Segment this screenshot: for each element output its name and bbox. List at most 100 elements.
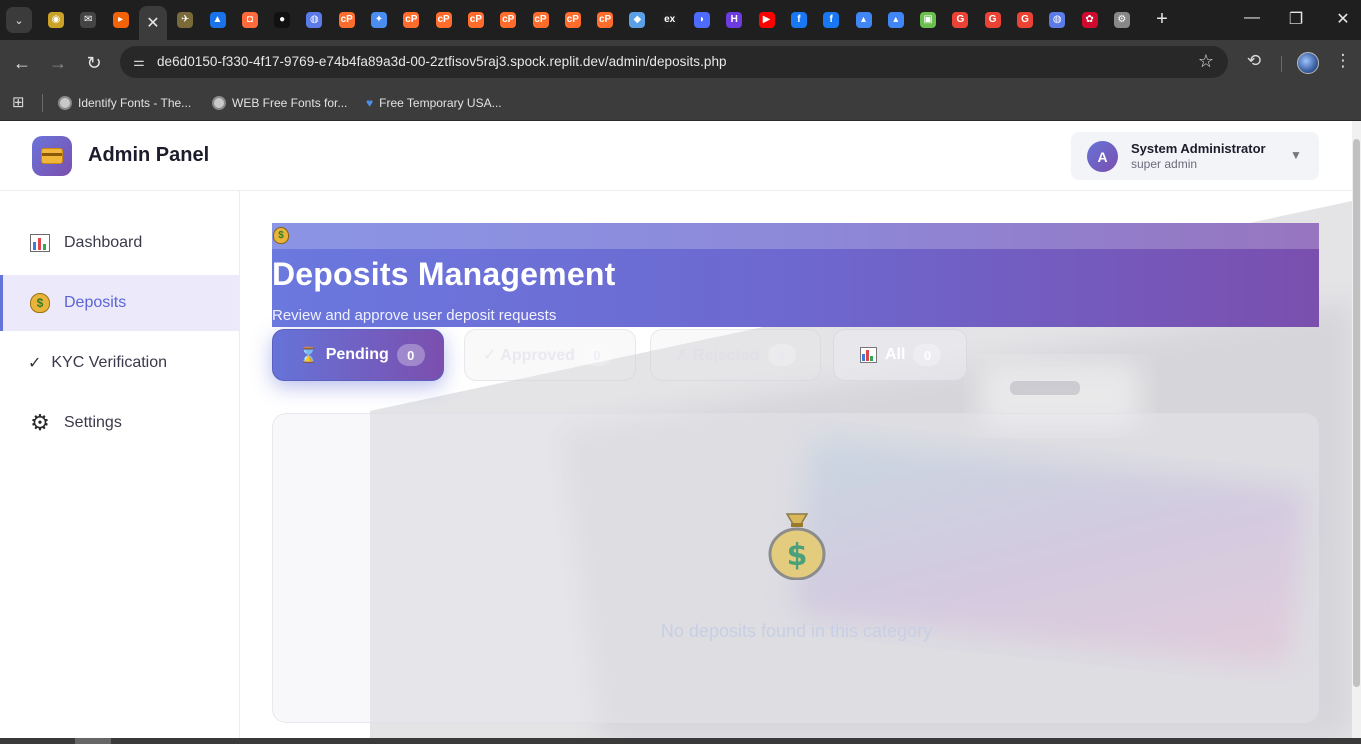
app-logo[interactable] (32, 136, 72, 176)
browser-tab[interactable]: ◗ (688, 6, 716, 34)
bookmarks-divider (42, 94, 43, 112)
browser-tab[interactable]: ▣ (914, 6, 942, 34)
browser-menu-icon[interactable]: ⋮ (1331, 51, 1355, 71)
browser-toolbar: ← → ↻ ⚌ de6d0150-f330-4f17-9769-e74b4fa8… (0, 40, 1361, 86)
browser-tab[interactable]: ◆ (623, 6, 651, 34)
browser-tab[interactable]: ◘ (236, 6, 264, 34)
scrollbar-thumb[interactable] (1353, 139, 1360, 687)
url-text[interactable]: de6d0150-f330-4f17-9769-e74b4fa89a3d-00-… (157, 54, 727, 69)
sidebar-item-dashboard[interactable]: Dashboard (0, 215, 239, 271)
horizontal-scrollbar-thumb[interactable] (75, 738, 111, 744)
browser-tab[interactable]: cP (527, 6, 555, 34)
ads-icon: ▴ (887, 12, 904, 28)
browser-tab[interactable]: G (1011, 6, 1039, 34)
browser-tab[interactable]: cP (559, 6, 587, 34)
browser-tab[interactable]: ◉ (42, 6, 70, 34)
youtube-icon: ▶ (758, 12, 775, 28)
browser-tab[interactable]: ✉ (74, 6, 102, 34)
browser-tab[interactable]: ▲ (204, 6, 232, 34)
filter-label: ✓ Approved (483, 347, 575, 364)
browser-tab[interactable]: cP (397, 6, 425, 34)
cpanel-icon: cP (500, 12, 517, 28)
browser-tab[interactable]: ▸ (107, 6, 135, 34)
browser-tab[interactable]: ▴ (882, 6, 910, 34)
apps-grid-icon[interactable]: ⊞ (12, 93, 25, 111)
github-icon: ● (274, 12, 291, 28)
filter-label: All (885, 346, 906, 363)
svg-text:$: $ (787, 538, 808, 573)
sidebar-item-label: Deposits (64, 294, 127, 311)
browser-tab[interactable]: cP (333, 6, 361, 34)
browser-tab[interactable]: ✿ (1076, 6, 1104, 34)
h-icon: H (726, 12, 743, 28)
browser-tab[interactable]: f (817, 6, 845, 34)
filter-tab-pending[interactable]: ⌛ Pending 0 (272, 329, 444, 381)
orange-square-icon: ◘ (241, 12, 258, 28)
close-window-button[interactable]: ✕ (1328, 9, 1358, 29)
sidebar-item-label: Dashboard (64, 234, 143, 251)
browser-tab[interactable]: ▶ (753, 6, 781, 34)
sidebar-item-deposits[interactable]: $ Deposits (0, 275, 239, 331)
browser-tab[interactable]: ◍ (300, 6, 328, 34)
user-menu[interactable]: A System Administrator super admin ▼ (1071, 132, 1319, 180)
browser-tab[interactable]: ex (656, 6, 684, 34)
browser-tab[interactable]: cP (494, 6, 522, 34)
horizontal-scrollbar[interactable] (0, 738, 1361, 744)
filter-tab-all[interactable]: All 0 (833, 329, 967, 381)
browser-tab[interactable]: ✈ (171, 6, 199, 34)
filter-tab-approved[interactable]: ✓ Approved 0 (464, 329, 636, 381)
sidebar-item-settings[interactable]: ⚙ Settings (0, 395, 239, 451)
browser-tab[interactable]: ⚙ (1108, 6, 1136, 34)
sidebar-item-kyc-verification[interactable]: ✓ KYC Verification (0, 335, 239, 391)
browser-tab[interactable]: ▴ (850, 6, 878, 34)
money-bag-icon: $ (28, 291, 52, 315)
active-tab[interactable]: ✕ (138, 6, 167, 40)
history-icon[interactable]: ⟲ (1242, 51, 1266, 71)
filter-tab-rejected[interactable]: ✗ Rejected 0 (650, 329, 821, 381)
globe-icon (58, 96, 72, 110)
forward-button[interactable]: → (46, 51, 70, 75)
bookmark-web-free-fonts[interactable]: WEB Free Fonts for... (212, 93, 347, 113)
gemini-icon: ✦ (371, 12, 387, 28)
filter-count-badge: 0 (582, 344, 611, 366)
browser-tab[interactable]: f (785, 6, 813, 34)
profile-avatar[interactable] (1297, 52, 1319, 74)
money-bag-icon: $ (768, 513, 826, 580)
address-bar[interactable]: ⚌ de6d0150-f330-4f17-9769-e74b4fa89a3d-0… (120, 46, 1228, 78)
mail-icon: ✉ (80, 12, 97, 28)
browser-tab[interactable]: G (979, 6, 1007, 34)
money-bag-icon: $ (273, 227, 289, 244)
browser-tab[interactable]: cP (462, 6, 490, 34)
browser-tab[interactable]: G (946, 6, 974, 34)
sidebar-item-label: Settings (64, 414, 122, 431)
reload-button[interactable]: ↻ (82, 51, 106, 75)
back-button[interactable]: ← (10, 51, 34, 75)
bookmark-star-icon[interactable]: ☆ (1198, 51, 1214, 72)
browser-tab[interactable]: H (720, 6, 748, 34)
browser-tab[interactable]: cP (591, 6, 619, 34)
browser-tab[interactable]: ✦ (365, 6, 393, 34)
restore-button[interactable]: ❐ (1281, 9, 1311, 29)
credit-card-icon (41, 148, 63, 164)
browser-tab[interactable]: cP (430, 6, 458, 34)
page-scrollbar[interactable] (1352, 121, 1361, 738)
browser-tab[interactable]: ◍ (1043, 6, 1071, 34)
site-info-icon[interactable]: ⚌ (130, 53, 148, 71)
globe-icon (212, 96, 226, 110)
bookmark-free-temporary-usa[interactable]: ♥ Free Temporary USA... (366, 93, 502, 113)
browser-tab-strip: ⌄ ◉ ✉ ▸ ✕ ✈ ▲ ◘ ● ◍ cP ✦ cP cP cP cP cP cP cP ◆ ex ◗ H ▶ f f ▴ ▴ ▣ G… (0, 0, 1361, 40)
shield-icon: ◉ (48, 12, 64, 28)
tab-search-chevron-icon[interactable]: ⌄ (6, 7, 32, 33)
deposits-empty-state: $ No deposits found in this category (272, 413, 1319, 723)
close-icon[interactable]: ✕ (146, 13, 159, 33)
minimize-button[interactable]: — (1237, 9, 1267, 27)
empty-state-message: No deposits found in this category (660, 621, 933, 641)
browser-tab[interactable]: ● (268, 6, 296, 34)
replit-icon: ▸ (112, 12, 129, 28)
bookmark-label: Free Temporary USA... (379, 96, 502, 110)
new-tab-button[interactable]: + (1151, 8, 1173, 31)
gear-icon: ⚙ (30, 410, 50, 435)
hourglass-icon: ⌛ (299, 347, 318, 364)
bookmark-identify-fonts[interactable]: Identify Fonts - The... (58, 93, 191, 113)
avatar: A (1087, 141, 1118, 172)
